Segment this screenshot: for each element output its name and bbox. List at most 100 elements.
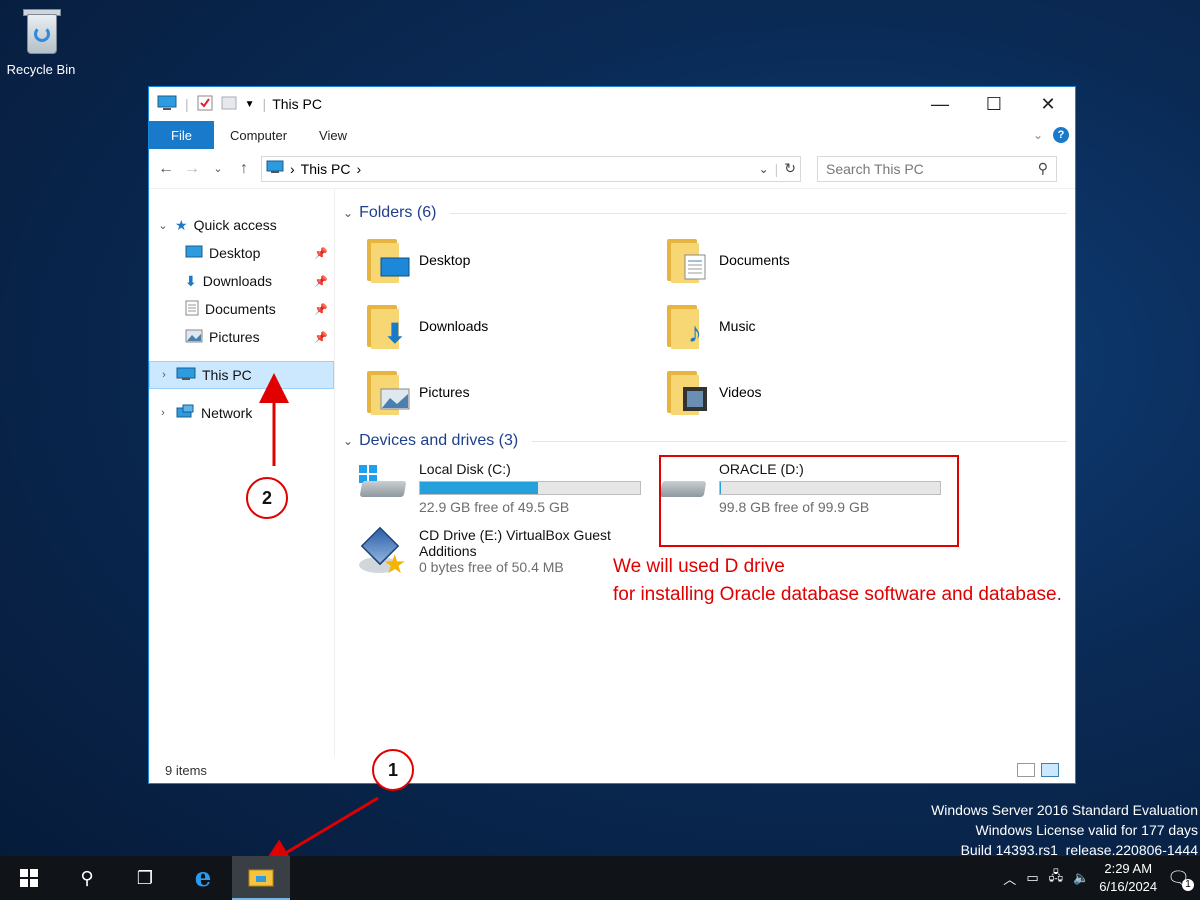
up-arrow-icon[interactable]: ↑ <box>235 160 253 178</box>
status-bar: 9 items <box>149 757 1075 783</box>
folder-desktop[interactable]: Desktop <box>365 227 665 293</box>
recycle-bin-desktop-icon[interactable]: Recycle Bin <box>4 6 78 77</box>
drive-e-free: 0 bytes free of 50.4 MB <box>419 559 564 575</box>
folder-downloads[interactable]: ⬇ Downloads <box>365 293 665 359</box>
videos-folder-icon <box>665 369 711 415</box>
chevron-down-icon[interactable]: ⌄ <box>343 434 353 448</box>
chevron-right-icon[interactable]: › <box>157 407 169 419</box>
nav-quick-access[interactable]: ⌄ ★ Quick access <box>149 211 334 239</box>
notification-count: 1 <box>1182 878 1194 891</box>
nav-this-pc-label: This PC <box>202 367 252 383</box>
nav-this-pc[interactable]: › This PC <box>149 361 334 389</box>
refresh-icon[interactable]: ↻ <box>784 160 796 177</box>
folders-group-header[interactable]: ⌄ Folders (6) <box>343 199 1067 227</box>
minimize-button[interactable]: — <box>913 87 967 121</box>
watermark-line1: Windows Server 2016 Standard Evaluation <box>931 802 1198 818</box>
drive-c-usage-bar <box>419 481 641 495</box>
network-icon <box>175 404 195 423</box>
folder-pictures[interactable]: Pictures <box>365 359 665 425</box>
this-pc-small-icon <box>266 160 284 177</box>
drive-e[interactable]: ★ CD Drive (E:) VirtualBox Guest Additio… <box>359 526 611 579</box>
window-title: This PC <box>272 96 322 112</box>
nav-network[interactable]: › Network <box>149 399 334 427</box>
maximize-button[interactable]: ☐ <box>967 87 1021 121</box>
pin-icon[interactable]: 📌 <box>314 303 328 316</box>
downloads-folder-icon: ⬇ <box>365 303 411 349</box>
folder-documents[interactable]: Documents <box>665 227 965 293</box>
large-icons-view-icon[interactable] <box>1041 763 1059 777</box>
pin-icon[interactable]: 📌 <box>314 275 328 288</box>
desktop-icon <box>185 245 203 262</box>
search-input[interactable] <box>826 160 1038 177</box>
navigation-pane: ⌄ ★ Quick access Desktop 📌 ⬇ Downloads 📌… <box>149 189 335 757</box>
volume-muted-icon[interactable]: 🔈 <box>1073 870 1089 886</box>
task-view-icon[interactable]: ❐ <box>116 856 174 900</box>
close-button[interactable]: ✕ <box>1021 87 1075 121</box>
details-view-icon[interactable] <box>1017 763 1035 777</box>
content-pane: ⌄ Folders (6) Desktop Documents ⬇ Downlo… <box>335 189 1075 757</box>
nav-documents[interactable]: Documents 📌 <box>149 295 334 323</box>
folder-music[interactable]: ♪ Music <box>665 293 965 359</box>
new-folder-icon[interactable] <box>221 95 237 114</box>
tab-view[interactable]: View <box>303 121 363 149</box>
forward-arrow-icon[interactable]: → <box>183 160 201 178</box>
folder-videos[interactable]: Videos <box>665 359 965 425</box>
drives-grid: Local Disk (C:) 22.9 GB free of 49.5 GB … <box>343 455 1067 615</box>
pin-icon[interactable]: 📌 <box>314 331 328 344</box>
expand-ribbon-icon[interactable]: ⌄ <box>1033 128 1043 142</box>
annotation-note: We will used D drive for installing Orac… <box>613 553 1062 609</box>
internet-explorer-icon[interactable]: e <box>174 856 232 900</box>
drive-c-name: Local Disk (C:) <box>419 461 511 477</box>
recent-locations-icon[interactable]: ⌄ <box>209 162 227 175</box>
address-separator-2[interactable]: › <box>356 161 361 177</box>
document-icon <box>185 300 199 319</box>
nav-desktop[interactable]: Desktop 📌 <box>149 239 334 267</box>
file-explorer-taskbar-icon[interactable] <box>232 856 290 900</box>
annotation-note-line2: for installing Oracle database software … <box>613 584 1062 605</box>
search-taskbar-icon[interactable]: ⚲ <box>58 856 116 900</box>
help-icon[interactable]: ? <box>1053 127 1069 143</box>
show-hidden-icons-icon[interactable]: ︿ <box>1003 869 1016 888</box>
customize-quick-access-icon[interactable]: ▼ <box>245 99 255 110</box>
virtualbox-cd-icon: ★ <box>359 526 409 579</box>
chevron-down-icon[interactable]: ⌄ <box>157 219 169 232</box>
folder-label: Downloads <box>419 318 489 334</box>
drive-c-free: 22.9 GB free of 49.5 GB <box>419 499 570 515</box>
nav-pictures-label: Pictures <box>209 329 260 345</box>
annotation-note-line1: We will used D drive <box>613 556 785 577</box>
nav-quick-access-label: Quick access <box>193 217 277 233</box>
back-arrow-icon[interactable]: ← <box>157 160 175 178</box>
callout-2: 2 <box>246 477 288 519</box>
callout-1: 1 <box>372 749 414 791</box>
address-path-this-pc[interactable]: This PC <box>301 161 351 177</box>
folder-label: Documents <box>719 252 790 268</box>
start-button[interactable] <box>0 856 58 900</box>
search-icon[interactable]: ⚲ <box>1038 160 1048 177</box>
folders-grid: Desktop Documents ⬇ Downloads ♪ Music Pi… <box>343 227 1067 425</box>
local-disk-icon <box>359 461 409 507</box>
nav-downloads[interactable]: ⬇ Downloads 📌 <box>149 267 334 295</box>
this-pc-icon <box>157 95 177 114</box>
clock[interactable]: 2:29 AM 6/16/2024 <box>1099 860 1157 896</box>
power-icon[interactable]: ▭ <box>1026 870 1038 886</box>
tab-computer[interactable]: Computer <box>214 121 303 149</box>
properties-icon[interactable] <box>197 95 213 114</box>
address-dropdown-icon[interactable]: ⌄ <box>759 162 769 176</box>
folder-label: Videos <box>719 384 762 400</box>
nav-pictures[interactable]: Pictures 📌 <box>149 323 334 351</box>
pin-icon[interactable]: 📌 <box>314 247 328 260</box>
network-tray-icon[interactable]: 🖧 <box>1049 867 1064 889</box>
search-box[interactable]: ⚲ <box>817 155 1057 182</box>
tab-file[interactable]: File <box>149 121 214 149</box>
notifications-icon[interactable]: 🗨 1 <box>1167 868 1194 891</box>
drives-group-header[interactable]: ⌄ Devices and drives (3) <box>343 427 1067 455</box>
chevron-right-icon[interactable]: › <box>158 369 170 381</box>
pictures-folder-icon <box>365 369 411 415</box>
chevron-down-icon[interactable]: ⌄ <box>343 206 353 220</box>
system-tray: ︿ ▭ 🖧 🔈 2:29 AM 6/16/2024 🗨 1 <box>1003 860 1200 896</box>
folder-label: Desktop <box>419 252 471 268</box>
drive-c[interactable]: Local Disk (C:) 22.9 GB free of 49.5 GB <box>359 461 641 515</box>
windows-watermark: Windows Server 2016 Standard Evaluation … <box>931 800 1198 860</box>
address-bar[interactable]: › This PC › ⌄ | ↻ <box>261 155 801 182</box>
clock-time: 2:29 AM <box>1104 861 1153 876</box>
